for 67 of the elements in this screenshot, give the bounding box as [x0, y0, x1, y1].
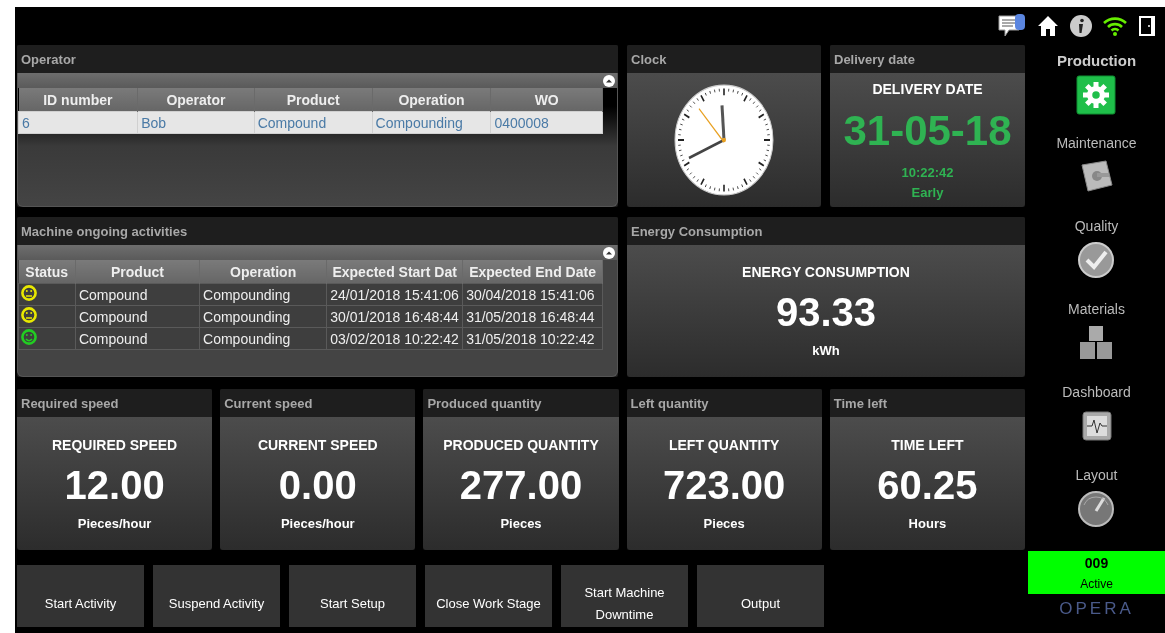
machine-state: Active	[1080, 577, 1113, 591]
nav-item[interactable]: Production	[1050, 45, 1143, 128]
column-header[interactable]: Expected End Date	[462, 260, 603, 284]
nav-item[interactable]: Quality	[1068, 211, 1125, 294]
nav-item[interactable]: Dashboard	[1056, 377, 1137, 460]
table-cell: 24/01/2018 15:41:06	[326, 283, 463, 306]
exit-door-icon[interactable]	[1137, 14, 1157, 38]
metric-label: TIME LEFT	[891, 436, 964, 453]
metric-value: 60.25	[877, 462, 978, 508]
metric-label: DELIVERY DATE	[872, 81, 983, 97]
table-cell: 31/05/2018 10:22:42	[462, 327, 603, 350]
nav-item[interactable]: Layout	[1069, 460, 1124, 543]
delivery-date-value: 31-05-18	[843, 107, 1012, 155]
metric-unit: Pieces	[703, 515, 745, 531]
collapse-icon[interactable]	[603, 246, 615, 259]
metric-label: ENERGY CONSUMPTION	[742, 264, 910, 280]
column-header[interactable]: Operation	[372, 88, 491, 112]
nav-item[interactable]: Maintenance	[1050, 128, 1143, 211]
delivery-time: 10:22:42	[901, 164, 954, 182]
messages-icon[interactable]	[997, 13, 1027, 39]
table-cell: Compound	[75, 283, 200, 306]
nav-item[interactable]: Materials	[1062, 294, 1131, 377]
metric-value: 12.00	[64, 462, 165, 508]
metric-value: 93.33	[775, 290, 877, 335]
metric-unit: Pieces/hour	[77, 515, 152, 531]
home-icon[interactable]	[1036, 14, 1060, 38]
metric-label: REQUIRED SPEED	[51, 436, 178, 453]
delivery-status: Early	[911, 184, 944, 202]
column-header[interactable]: Operator	[137, 88, 255, 112]
info-icon[interactable]	[1069, 14, 1093, 38]
table-cell: 30/01/2018 16:48:44	[326, 305, 463, 328]
action-button[interactable]: Start Machine Downtime	[561, 565, 688, 627]
column-header[interactable]: Product	[254, 88, 373, 112]
metric-value: 277.00	[459, 462, 583, 508]
table-cell: Compounding	[372, 111, 491, 134]
action-button[interactable]: Suspend Activity	[153, 565, 280, 627]
column-header[interactable]: ID number	[18, 88, 138, 112]
metric-unit: Pieces	[500, 515, 542, 531]
wifi-icon[interactable]	[1102, 15, 1128, 37]
metric-label: PRODUCED QUANTITY	[443, 436, 599, 453]
column-header[interactable]: Expected Start Dat	[326, 260, 463, 284]
column-header[interactable]: Product	[75, 260, 200, 284]
table-cell: Compound	[254, 111, 373, 134]
action-button[interactable]: Close Work Stage	[425, 565, 552, 627]
action-button[interactable]: Start Setup	[289, 565, 416, 627]
table-cell: 03/02/2018 10:22:42	[326, 327, 463, 350]
table-cell: 31/05/2018 16:48:44	[462, 305, 603, 328]
table-cell: 0400008	[490, 111, 603, 134]
metric-value: 723.00	[663, 462, 786, 508]
machine-code: 009	[1084, 555, 1109, 571]
table-cell: Bob	[137, 111, 255, 134]
metric-label: CURRENT SPEED	[257, 436, 378, 453]
logo: OPERA	[1059, 600, 1134, 617]
metric-label: LEFT QUANTITY	[668, 436, 780, 453]
action-button[interactable]: Start Activity	[17, 565, 144, 627]
metric-unit: Pieces/hour	[280, 515, 355, 531]
metric-unit: Hours	[908, 515, 947, 531]
column-header[interactable]: Operation	[199, 260, 327, 284]
column-header[interactable]: WO	[490, 88, 603, 112]
metric-unit: kWh	[812, 343, 840, 358]
table-cell: 6	[18, 111, 138, 134]
table-cell: 30/04/2018 15:41:06	[462, 283, 603, 306]
table-cell: Compounding	[199, 283, 327, 306]
collapse-icon[interactable]	[603, 74, 615, 87]
column-header[interactable]: Status	[18, 260, 76, 284]
action-button[interactable]: Output	[697, 565, 824, 627]
metric-value: 0.00	[278, 462, 357, 508]
